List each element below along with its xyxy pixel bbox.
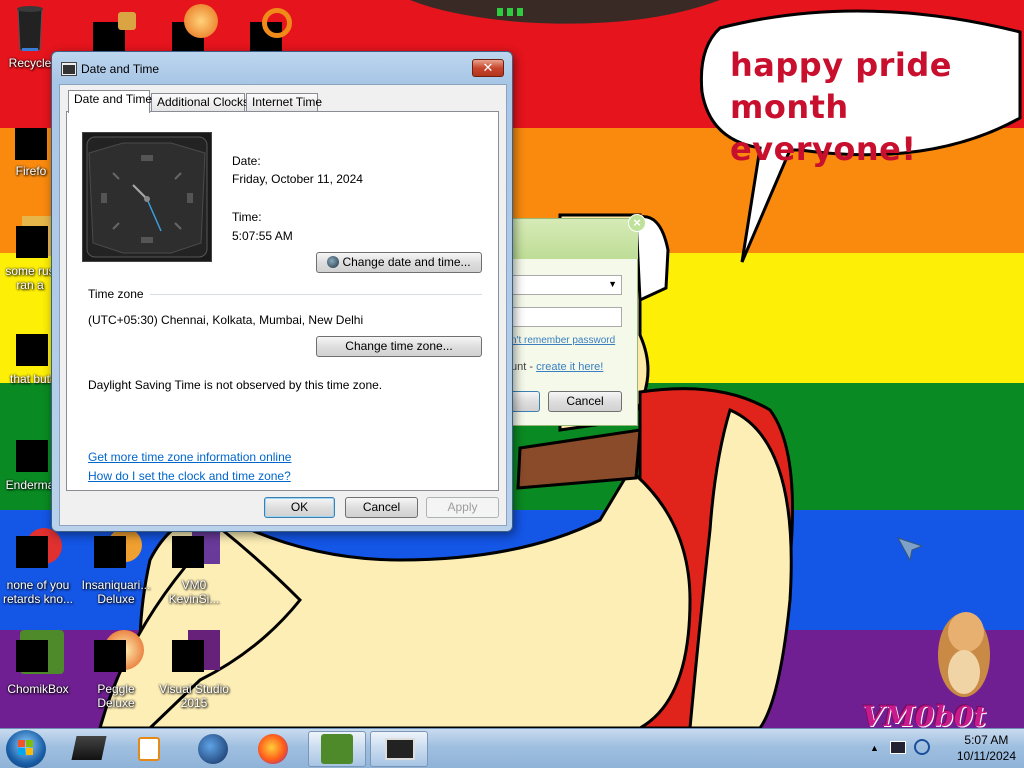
timezone-value: (UTC+05:30) Chennai, Kolkata, Mumbai, Ne…: [88, 313, 364, 327]
fish-icon: [94, 528, 142, 576]
desktop-icon-none-of-you[interactable]: none of you retards kno...: [0, 528, 76, 606]
taskbar-app-chomikbox[interactable]: [308, 731, 366, 767]
date-time-app-icon: [61, 62, 77, 76]
network-icon[interactable]: [890, 741, 906, 754]
desktop-icon-label: none of you retards kno...: [2, 578, 74, 606]
login-window-header: [510, 219, 638, 259]
recycle-bin-icon: [8, 4, 52, 51]
chomikbox-icon: [321, 734, 353, 764]
create-account-link[interactable]: create it here!: [536, 361, 603, 373]
date-label: Date:: [232, 154, 261, 168]
cancel-button[interactable]: Cancel: [345, 497, 418, 518]
taskbar-app-console[interactable]: [60, 731, 118, 767]
login-ok-button[interactable]: [510, 391, 540, 412]
change-date-time-label: Change date and time...: [342, 255, 471, 269]
windows-logo-icon: [18, 740, 33, 755]
app-icon: [16, 528, 62, 576]
desktop-icon-peggle[interactable]: Peggle Deluxe: [78, 630, 154, 710]
login-password-field[interactable]: [510, 307, 622, 327]
time-label: Time:: [232, 210, 262, 224]
dialog-title: Date and Time: [81, 62, 160, 76]
change-timezone-button[interactable]: Change time zone...: [316, 336, 482, 357]
speech-bubble-text: happy pride month everyone!: [730, 46, 952, 168]
login-username-dropdown[interactable]: ▼: [510, 275, 622, 295]
background-login-window[interactable]: × ▼ n't remember password unt - create i…: [510, 214, 646, 426]
peggle-icon: [94, 630, 144, 680]
desktop-icon-label: Peggle Deluxe: [97, 682, 135, 710]
date-time-dialog[interactable]: Date and Time ✕ Date and Time Additional…: [51, 51, 513, 532]
console-icon: [71, 736, 107, 760]
file-icon: [8, 334, 52, 378]
desktop-icon-label: Insaniquari... Deluxe: [81, 578, 151, 606]
ok-button[interactable]: OK: [264, 497, 335, 518]
groupbox-divider: [150, 294, 482, 295]
account-prefix: unt -: [511, 361, 537, 373]
time-value: 5:07:55 AM: [232, 229, 293, 243]
tray-expand-icon[interactable]: ▲: [870, 743, 879, 753]
timezone-heading: Time zone: [88, 287, 144, 301]
analog-clock: [82, 132, 212, 262]
forgot-password-link[interactable]: n't remember password: [511, 335, 615, 346]
clock-time: 5:07 AM: [964, 733, 1009, 747]
firefox-icon: [258, 734, 288, 764]
apply-button[interactable]: Apply: [426, 497, 499, 518]
tab-additional-clocks[interactable]: Additional Clocks: [151, 93, 249, 112]
taskbar-app-media-player[interactable]: [120, 731, 178, 767]
dialog-body: Date and Time Additional Clocks Internet…: [59, 84, 507, 526]
taskbar-app-browser[interactable]: [184, 731, 242, 767]
watermark-text: VM0b0t: [862, 700, 987, 728]
chevron-down-icon: ▼: [608, 279, 617, 289]
firefox-icon: [9, 128, 53, 172]
taskbar-app-date-time[interactable]: [370, 731, 428, 767]
desktop-icon-insaniquarium[interactable]: Insaniquari... Deluxe: [78, 528, 154, 606]
desktop-icon-label: VM0 KevinSi...: [168, 578, 220, 606]
app-icon: [8, 440, 52, 484]
login-cancel-button[interactable]: Cancel: [548, 391, 622, 412]
desktop-icon-vm0-kevin[interactable]: VM0 KevinSi...: [156, 528, 232, 606]
visual-studio-icon: [172, 630, 220, 680]
desktop-icon-label: Visual Studio 2015: [159, 682, 229, 710]
action-center-icon[interactable]: [914, 739, 930, 755]
start-button[interactable]: [6, 730, 46, 768]
tab-internet-time[interactable]: Internet Time: [246, 93, 322, 112]
clock-date: 10/11/2024: [956, 749, 1016, 763]
app-icon: [172, 528, 220, 576]
taskbar: ▲ 5:07 AM 10/11/2024: [0, 728, 1024, 768]
taskbar-app-firefox[interactable]: [244, 731, 302, 767]
how-set-clock-link[interactable]: How do I set the clock and time zone?: [88, 469, 291, 483]
desktop-icon-chomikbox[interactable]: ChomikBox: [0, 630, 76, 696]
tab-date-and-time[interactable]: Date and Time: [68, 90, 152, 113]
ring-icon: [262, 8, 292, 38]
chomikbox-icon: [16, 630, 64, 680]
globe-icon: [198, 734, 228, 764]
change-date-time-button[interactable]: Change date and time...: [316, 252, 482, 273]
date-value: Friday, October 11, 2024: [232, 172, 363, 186]
account-text: unt - create it here!: [511, 361, 603, 373]
close-button[interactable]: ✕: [472, 59, 504, 77]
dst-note: Daylight Saving Time is not observed by …: [88, 378, 383, 392]
shield-icon: [327, 256, 340, 268]
more-timezone-info-link[interactable]: Get more time zone information online: [88, 450, 291, 464]
login-close-icon[interactable]: ×: [628, 214, 646, 232]
file-icon: [8, 216, 56, 266]
date-time-app-icon: [385, 738, 415, 760]
folder-icon: [118, 12, 136, 30]
media-player-icon: [138, 737, 160, 761]
close-icon: ✕: [482, 60, 494, 75]
taskbar-clock[interactable]: 5:07 AM 10/11/2024: [957, 732, 1016, 764]
desktop-icon-visual-studio[interactable]: Visual Studio 2015: [156, 630, 232, 710]
desktop-icon-label: ChomikBox: [7, 682, 69, 696]
orange-orb-icon: [184, 4, 218, 38]
tab-panel: Date: Friday, October 11, 2024 Time: 5:0…: [66, 111, 499, 491]
